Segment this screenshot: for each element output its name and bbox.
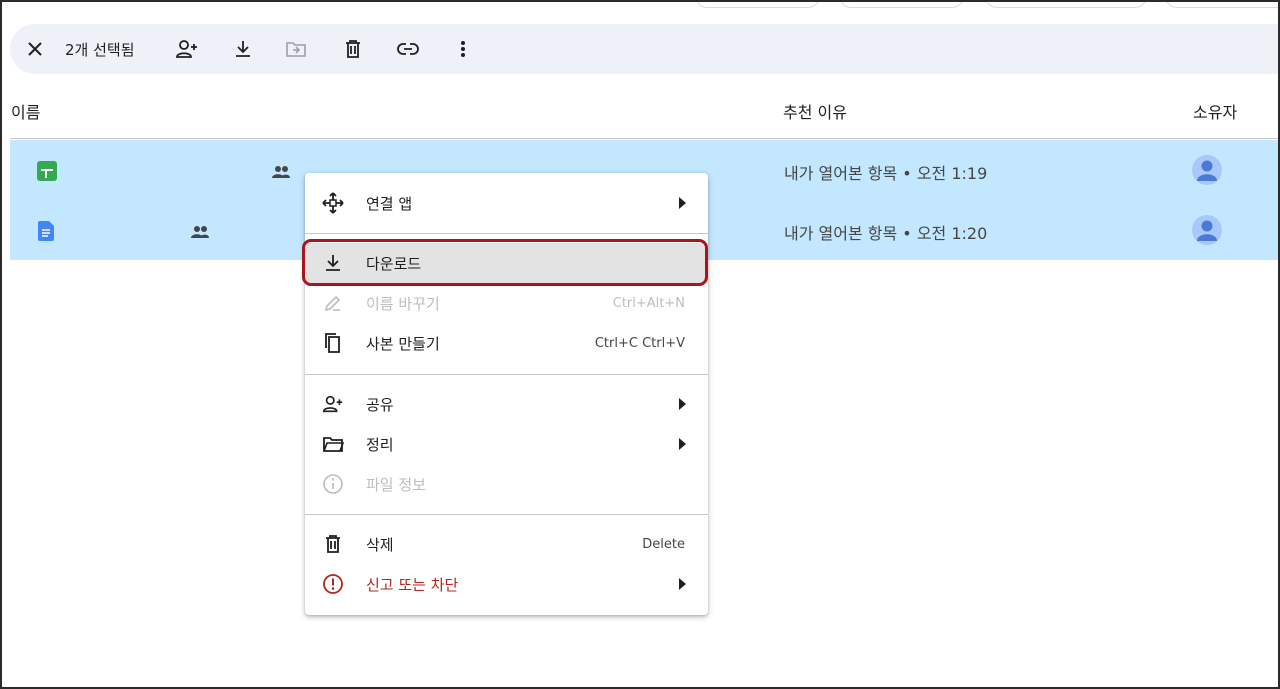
shortcut-text: Delete — [642, 537, 685, 552]
menu-item-label: 공유 — [366, 396, 394, 414]
divider — [305, 374, 708, 375]
divider — [305, 514, 708, 515]
menu-item-download[interactable]: 다운로드 — [305, 243, 708, 283]
menu-item-share[interactable]: 공유 — [305, 384, 708, 424]
open-with-icon — [322, 192, 344, 214]
close-icon[interactable] — [22, 36, 48, 62]
divider — [305, 233, 708, 234]
shortcut-text: Ctrl+C Ctrl+V — [594, 336, 685, 351]
trash-icon — [322, 533, 344, 555]
menu-item-label: 신고 또는 차단 — [366, 576, 459, 594]
submenu-arrow-icon — [679, 438, 686, 450]
menu-item-label: 정리 — [366, 436, 394, 454]
move-icon[interactable] — [283, 36, 309, 62]
submenu-arrow-icon — [679, 197, 686, 209]
avatar[interactable] — [1192, 155, 1222, 185]
share-icon[interactable] — [174, 36, 200, 62]
rename-pencil-icon — [322, 292, 344, 314]
column-header-reason: 추천 이유 — [783, 103, 847, 122]
menu-item-file-info[interactable]: 파일 정보 — [305, 464, 708, 504]
info-icon — [322, 473, 344, 495]
submenu-arrow-icon — [679, 398, 686, 410]
menu-item-label: 다운로드 — [366, 255, 422, 273]
menu-item-label: 파일 정보 — [366, 476, 426, 494]
menu-item-open-with[interactable]: 연결 앱 — [305, 183, 708, 223]
shortcut-text: Ctrl+Alt+N — [612, 296, 685, 311]
reason-text: 내가 열어본 항목 • 오전 1:19 — [784, 164, 988, 183]
context-menu: 연결 앱 다운로드 이름 바꾸기 Ctrl+Alt+N 사본 만들기 Ctrl+… — [305, 173, 708, 615]
submenu-arrow-icon — [679, 578, 686, 590]
menu-item-label: 이름 바꾸기 — [366, 295, 440, 313]
report-icon — [322, 573, 344, 595]
docs-file-icon — [38, 221, 54, 245]
filter-chip[interactable] — [985, 2, 1147, 8]
divider — [10, 138, 1278, 139]
reason-text: 내가 열어본 항목 • 오전 1:20 — [784, 224, 988, 243]
menu-item-make-copy[interactable]: 사본 만들기 Ctrl+C Ctrl+V — [305, 323, 708, 363]
copy-icon — [322, 332, 344, 354]
sheets-file-icon — [37, 161, 57, 185]
filter-chip[interactable] — [839, 2, 964, 8]
filter-chip[interactable] — [695, 2, 820, 8]
drive-window: 2개 선택됨 이름 추천 이유 소유자 내가 열어본 항목 • 오전 1:19 … — [0, 0, 1280, 689]
selection-count: 2개 선택됨 — [65, 41, 135, 59]
menu-item-organize[interactable]: 정리 — [305, 424, 708, 464]
selection-toolbar: 2개 선택됨 — [10, 24, 1278, 74]
folder-icon — [322, 433, 344, 455]
download-icon — [322, 252, 344, 274]
menu-item-label: 삭제 — [366, 536, 394, 554]
column-header-name[interactable]: 이름 — [11, 99, 40, 123]
menu-item-rename[interactable]: 이름 바꾸기 Ctrl+Alt+N — [305, 283, 708, 323]
menu-item-label: 연결 앱 — [366, 195, 413, 213]
shared-people-icon — [189, 224, 211, 243]
share-icon — [322, 393, 344, 415]
filter-chip[interactable] — [1165, 2, 1278, 8]
column-header-owner: 소유자 — [1193, 103, 1238, 122]
avatar[interactable] — [1192, 215, 1222, 245]
menu-item-label: 사본 만들기 — [366, 335, 440, 353]
menu-item-delete[interactable]: 삭제 Delete — [305, 524, 708, 564]
more-vert-icon[interactable] — [450, 36, 476, 62]
download-icon[interactable] — [230, 36, 256, 62]
menu-item-report-or-block[interactable]: 신고 또는 차단 — [305, 564, 708, 604]
link-icon[interactable] — [395, 36, 421, 62]
shared-people-icon — [270, 164, 292, 183]
trash-icon[interactable] — [340, 36, 366, 62]
filter-chips — [2, 2, 1278, 10]
